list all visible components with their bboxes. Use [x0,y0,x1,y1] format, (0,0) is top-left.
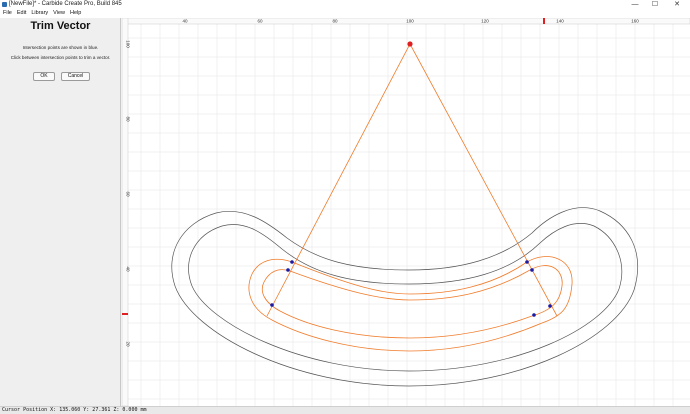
y-cursor-marker [122,313,128,315]
x-cursor-marker [543,18,545,24]
inner-crescent-vector[interactable] [188,223,623,372]
intersection-point[interactable] [290,260,294,264]
apex-node-marker[interactable] [407,41,413,47]
menu-edit[interactable]: Edit [17,9,26,18]
app-icon [2,2,7,7]
minimize-icon[interactable]: — [628,0,642,9]
title-bar: [NewFile]* - Carbide Create Pro, Build 8… [0,0,690,9]
menu-help[interactable]: Help [70,9,81,18]
x-tick-label: 60 [257,19,263,24]
triangle-vector[interactable] [266,43,558,317]
intersection-points [270,260,552,317]
intersection-point[interactable] [525,260,529,264]
y-tick-label: 20 [126,341,131,347]
x-tick-label: 160 [631,19,639,24]
left-ruler [121,17,129,407]
menu-view[interactable]: View [53,9,65,18]
panel-heading: Trim Vector [30,20,91,32]
design-canvas[interactable]: 40 60 80 100 120 140 160 100 80 60 40 20 [121,17,690,407]
tool-panel: Trim Vector Intersection points are show… [0,18,121,406]
menu-library[interactable]: Library [31,9,48,18]
intersection-point[interactable] [270,303,274,307]
y-tick-label: 80 [126,116,131,122]
y-tick-label: 60 [126,191,131,197]
x-tick-label: 100 [406,19,414,24]
menu-bar: File Edit Library View Help [0,9,690,18]
grid [128,24,690,406]
intersection-point[interactable] [548,304,552,308]
canvas-svg[interactable]: 40 60 80 100 120 140 160 100 80 60 40 20 [121,17,690,407]
close-icon[interactable]: ✕ [670,0,684,9]
ok-button[interactable]: OK [33,72,55,81]
intersection-point[interactable] [532,313,536,317]
outer-crescent-vector[interactable] [171,207,638,387]
status-bar: Cursor Position X: 135.060 Y: 27.361 Z: … [0,406,690,414]
x-tick-label: 140 [556,19,564,24]
y-tick-label: 100 [126,40,131,48]
x-tick-label: 40 [182,19,188,24]
panel-info-line2: Click between intersection points to tri… [10,55,111,60]
intersection-point[interactable] [530,268,534,272]
y-tick-label: 40 [126,266,131,272]
maximize-icon[interactable]: ☐ [648,0,662,9]
inner-slot-vector[interactable] [261,265,563,339]
panel-info-line1: Intersection points are shown in blue. [22,45,99,50]
x-tick-label: 120 [481,19,489,24]
cancel-button[interactable]: Cancel [61,72,90,81]
menu-file[interactable]: File [3,9,12,18]
window-title: [NewFile]* - Carbide Create Pro, Build 8… [9,1,122,7]
x-tick-label: 80 [332,19,338,24]
intersection-point[interactable] [286,268,290,272]
